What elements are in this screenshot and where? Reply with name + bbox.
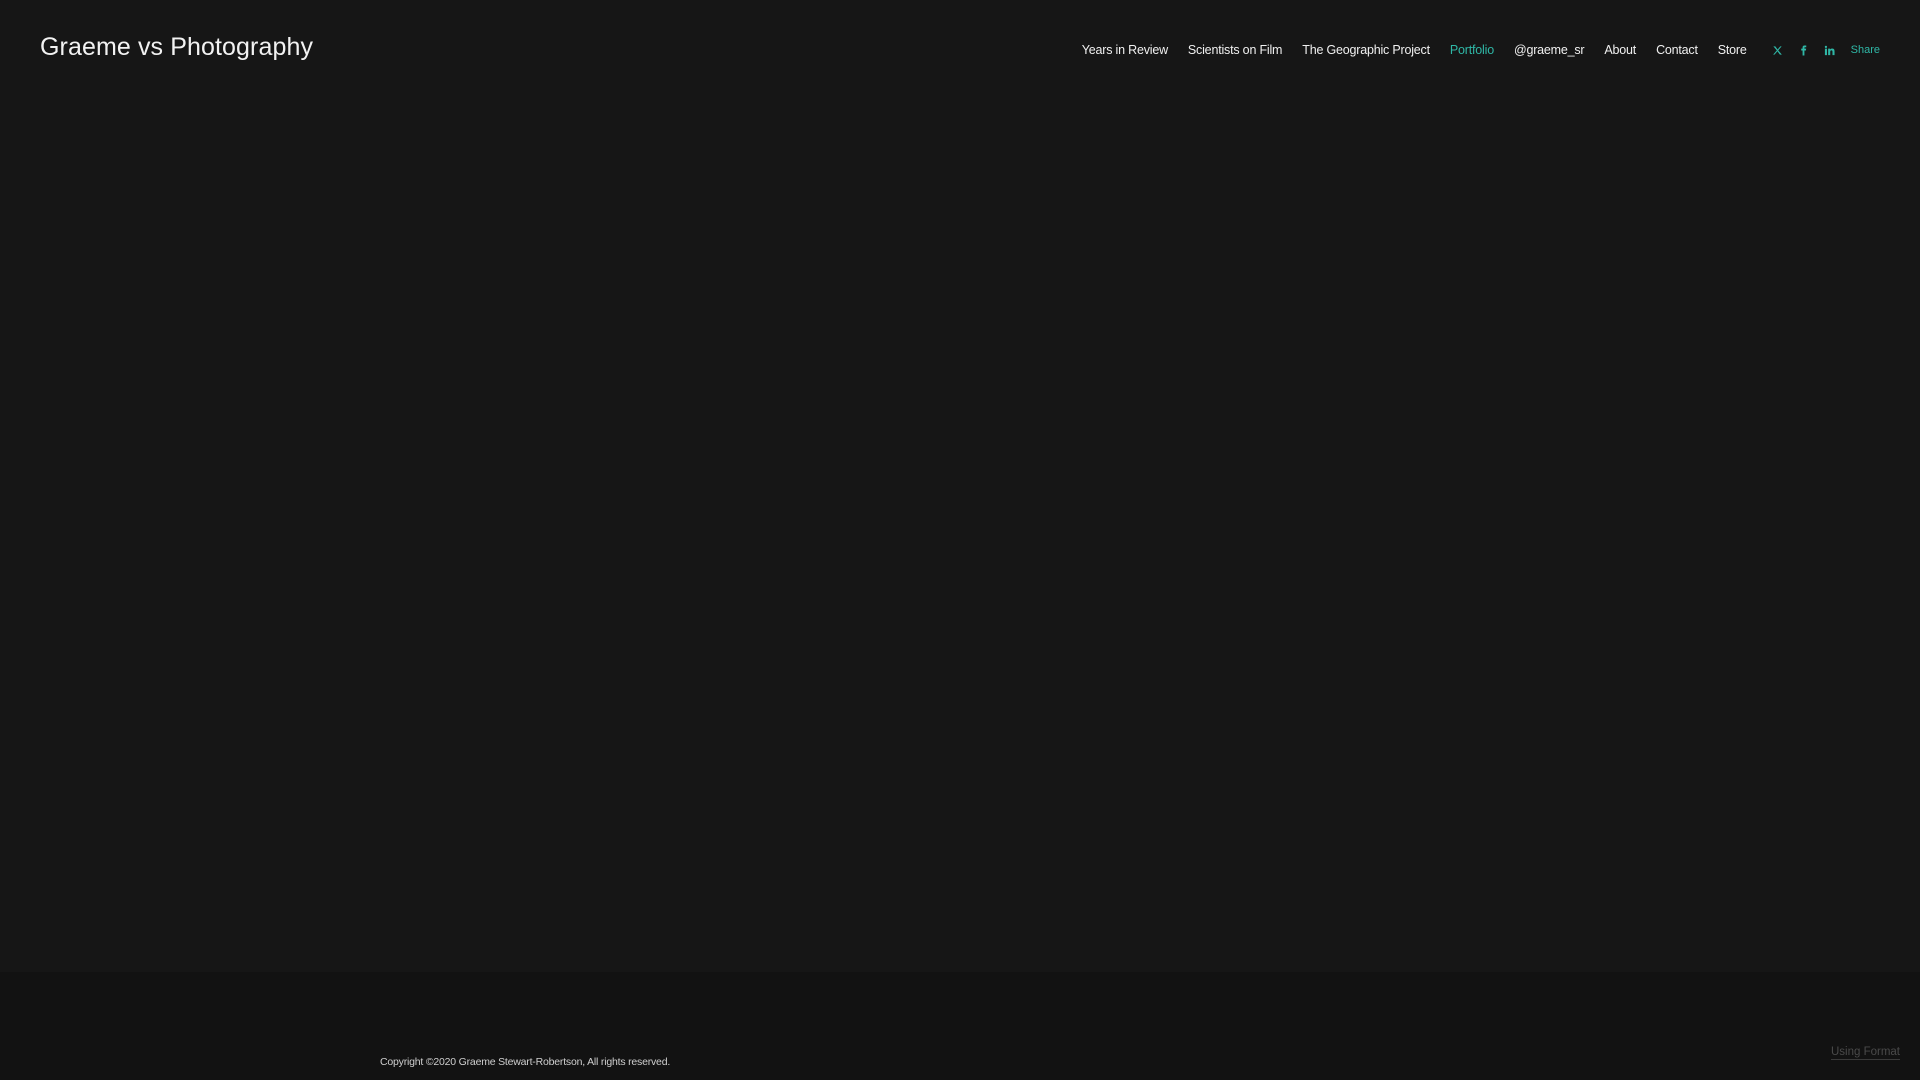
- nav-years-in-review[interactable]: Years in Review: [1082, 43, 1168, 57]
- social-links: [1765, 43, 1843, 57]
- nav-geographic-project[interactable]: The Geographic Project: [1302, 43, 1430, 57]
- using-format-link[interactable]: Using Format: [1830, 1046, 1900, 1060]
- page: Graeme vs Photography Years in Review Sc…: [0, 0, 1920, 1080]
- nav-store[interactable]: Store: [1718, 43, 1747, 57]
- nav-scientists-on-film[interactable]: Scientists on Film: [1188, 43, 1283, 57]
- nav-contact[interactable]: Contact: [1656, 43, 1698, 57]
- facebook-icon[interactable]: [1797, 43, 1811, 57]
- x-icon[interactable]: [1771, 43, 1785, 57]
- linkedin-icon[interactable]: [1823, 43, 1837, 57]
- main-nav: Years in Review Scientists on Film The G…: [1082, 40, 1880, 60]
- nav-portfolio[interactable]: Portfolio: [1450, 43, 1494, 57]
- nav-instagram-handle[interactable]: @graeme_sr: [1514, 43, 1585, 57]
- share-link[interactable]: Share: [1851, 44, 1880, 56]
- portfolio-content-area: [0, 100, 1920, 972]
- site-header: Graeme vs Photography Years in Review Sc…: [0, 0, 1920, 100]
- copyright-text: Copyright ©2020 Graeme Stewart-Robertson…: [380, 1056, 671, 1068]
- site-footer: Copyright ©2020 Graeme Stewart-Robertson…: [0, 972, 1920, 1080]
- nav-about[interactable]: About: [1604, 43, 1636, 57]
- site-title[interactable]: Graeme vs Photography: [40, 30, 313, 64]
